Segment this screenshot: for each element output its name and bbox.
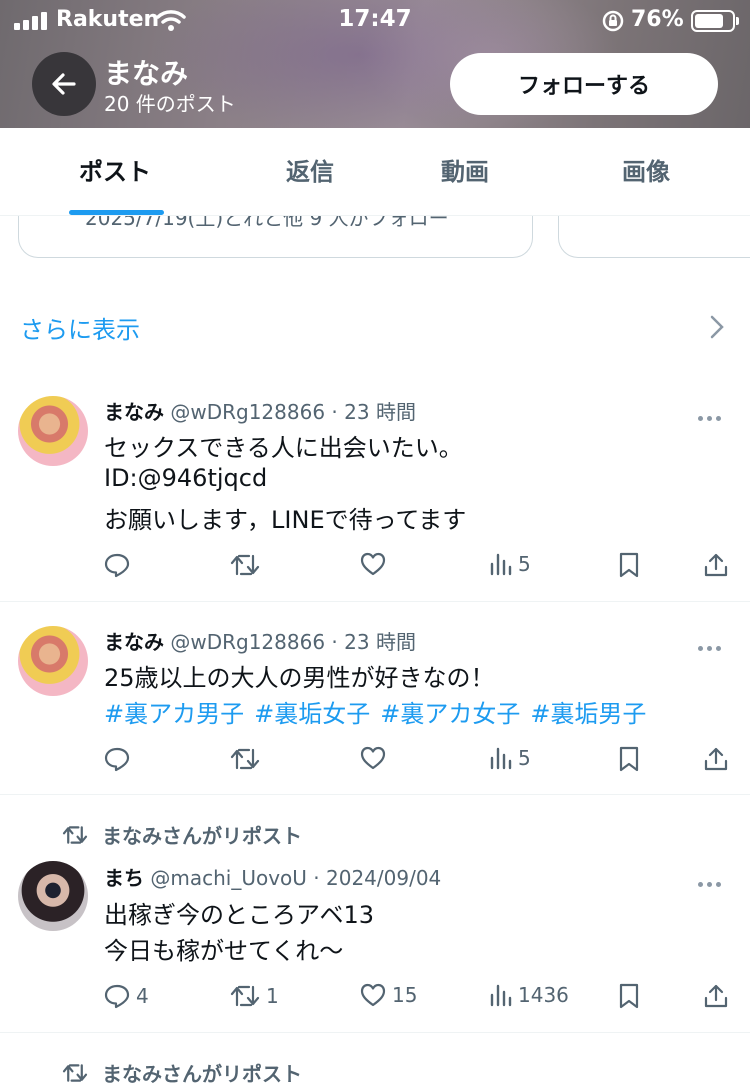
reply-icon (104, 553, 130, 578)
post-item[interactable]: まなみ @wDRg128866 · 23 時間 25歳以上の大人の男性が好きなの… (0, 602, 750, 794)
profile-tabs: ポスト 返信 動画 画像 (0, 128, 750, 216)
post-count: 20 件のポスト (104, 92, 236, 116)
hashtag-link[interactable]: #裏垢男子 (530, 700, 646, 728)
repost-count: 1 (266, 984, 279, 1008)
repost-icon (230, 554, 260, 576)
post-text-line: セックスできる人に出会いたい。 (104, 434, 463, 462)
like-button[interactable] (360, 552, 392, 576)
like-count: 15 (392, 983, 418, 1007)
battery-percent: 76% (631, 7, 684, 32)
battery-icon (691, 10, 739, 32)
author-handle[interactable]: @machi_UovoU (150, 866, 307, 890)
post-meta: まなみ @wDRg128866 · 23 時間 (104, 400, 416, 424)
repost-button[interactable] (230, 552, 266, 578)
bookmark-button[interactable] (618, 552, 640, 578)
views-button[interactable]: 5 (490, 746, 531, 770)
like-icon (360, 983, 386, 1007)
post-meta: まなみ @wDRg128866 · 23 時間 (104, 630, 416, 654)
repost-label-text: まなみさんがリポスト (102, 1062, 302, 1086)
repost-icon (62, 825, 88, 844)
post-text-line: 出稼ぎ今のところアベ13 (104, 901, 375, 929)
views-button[interactable]: 5 (490, 552, 531, 576)
hashtag-line: #裏アカ男子 #裏垢女子 #裏アカ女子 #裏垢男子 (104, 694, 656, 729)
repost-icon (230, 985, 260, 1007)
reply-button[interactable]: 4 (104, 983, 149, 1009)
post-text-line: お願いします，LINEで待ってます (104, 506, 467, 534)
repost-label[interactable]: まなみさんがリポスト (62, 1058, 302, 1087)
bookmark-icon (619, 552, 639, 578)
tab-images[interactable]: 画像 (570, 128, 722, 216)
author-name[interactable]: まなみ (104, 630, 164, 654)
views-icon (490, 747, 512, 770)
views-button[interactable]: 1436 (490, 983, 569, 1007)
view-count: 5 (518, 552, 531, 576)
view-count: 5 (518, 746, 531, 770)
share-button[interactable] (704, 746, 728, 772)
more-icon[interactable] (698, 406, 725, 425)
bookmark-icon (619, 983, 639, 1009)
bookmark-button[interactable] (618, 746, 640, 772)
post-text-line: 今日も稼がせてくれ〜 (104, 937, 344, 965)
reply-button[interactable] (104, 746, 136, 772)
tab-posts[interactable]: ポスト (40, 128, 190, 216)
post-time: 23 時間 (344, 400, 416, 424)
tab-replies[interactable]: 返信 (235, 128, 385, 216)
post-text-line: ID:@946tjqcd (104, 464, 268, 492)
like-button[interactable]: 15 (360, 983, 417, 1007)
like-icon (360, 746, 386, 770)
post-meta: まち @machi_UovoU · 2024/09/04 (104, 866, 442, 890)
author-name[interactable]: まなみ (104, 400, 164, 424)
profile-name: まなみ (104, 57, 189, 90)
repost-icon (62, 1063, 88, 1082)
repost-button[interactable] (230, 746, 266, 772)
hashtag-link[interactable]: #裏垢女子 (254, 700, 370, 728)
bookmark-icon (619, 746, 639, 772)
view-count: 1436 (518, 983, 569, 1007)
hashtag-link[interactable]: #裏アカ女子 (380, 700, 520, 728)
follow-button[interactable]: フォローする (450, 53, 718, 115)
views-icon (490, 553, 512, 576)
profile-header: Rakuten 17:47 76% まなみ 20 件のポスト フォローする (0, 0, 750, 128)
status-bar: Rakuten 17:47 76% (0, 0, 750, 40)
author-name[interactable]: まち (104, 866, 144, 890)
bookmark-button[interactable] (618, 983, 640, 1009)
post-item[interactable]: まなみさんがリポスト まち @machi_UovoU · 2024/09/04 … (0, 795, 750, 1032)
avatar[interactable] (18, 626, 88, 696)
share-button[interactable] (704, 983, 728, 1009)
share-icon (704, 747, 728, 771)
repost-button[interactable]: 1 (230, 983, 279, 1009)
post-item[interactable]: まなみ @wDRg128866 · 23 時間 セックスできる人に出会いたい。 … (0, 372, 750, 602)
tab-indicator (69, 210, 164, 215)
chevron-right-icon[interactable] (708, 314, 726, 344)
back-arrow-icon (52, 73, 76, 95)
repost-label-text: まなみさんがリポスト (102, 824, 302, 848)
like-button[interactable] (360, 746, 392, 770)
post-text-line: 25歳以上の大人の男性が好きなの！ (104, 664, 495, 692)
more-icon[interactable] (698, 636, 725, 655)
reply-button[interactable] (104, 552, 136, 578)
author-handle[interactable]: @wDRg128866 (170, 400, 325, 424)
share-button[interactable] (704, 552, 728, 578)
like-icon (360, 552, 386, 576)
show-more-link[interactable]: さらに表示 (20, 310, 140, 345)
reply-icon (104, 984, 130, 1009)
share-icon (704, 984, 728, 1008)
reply-count: 4 (136, 984, 149, 1008)
share-icon (704, 553, 728, 577)
author-handle[interactable]: @wDRg128866 (170, 630, 325, 654)
divider (0, 1032, 750, 1033)
back-button[interactable] (32, 52, 96, 116)
reply-icon (104, 747, 130, 772)
repost-label[interactable]: まなみさんがリポスト (62, 820, 302, 849)
more-icon[interactable] (698, 872, 725, 891)
views-icon (490, 984, 512, 1007)
tab-videos[interactable]: 動画 (390, 128, 540, 216)
repost-icon (230, 748, 260, 770)
post-time: 23 時間 (344, 630, 416, 654)
hashtag-link[interactable]: #裏アカ男子 (104, 700, 244, 728)
post-time: 2024/09/04 (326, 866, 442, 890)
avatar[interactable] (18, 396, 88, 466)
rotation-lock-icon (601, 9, 625, 37)
avatar[interactable] (18, 861, 88, 931)
